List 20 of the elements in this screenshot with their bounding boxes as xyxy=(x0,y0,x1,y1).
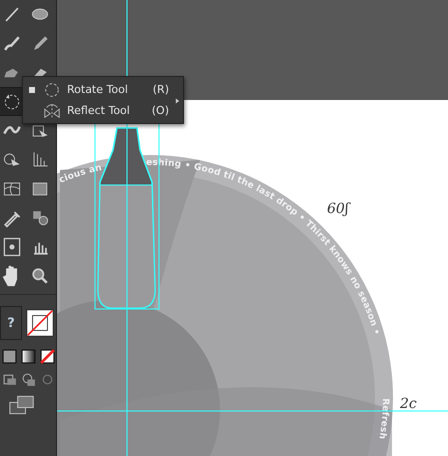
handwritten-note: 2c xyxy=(400,396,417,412)
reflect-icon xyxy=(43,102,61,120)
tool-name: Reflect Tool xyxy=(67,104,131,117)
screen-mode-icon[interactable] xyxy=(9,395,35,415)
gradient-mode-icon[interactable] xyxy=(21,349,36,364)
draw-inside-icon[interactable] xyxy=(40,372,55,387)
draw-normal-icon[interactable] xyxy=(2,372,17,387)
shortcut-key: (O) xyxy=(152,104,169,117)
tool-name: Rotate Tool xyxy=(67,83,129,96)
tearoff-arrow-icon[interactable] xyxy=(175,97,180,105)
none-mode-icon[interactable] xyxy=(40,349,55,364)
draw-behind-icon[interactable] xyxy=(21,372,36,387)
shortcut-key: (R) xyxy=(152,83,169,96)
flyout-item[interactable]: Reflect Tool (O) xyxy=(27,100,169,121)
stroke-none-swatch[interactable] xyxy=(26,309,54,337)
rotate-icon xyxy=(43,80,61,98)
symbol-sprayer-icon xyxy=(1,236,23,258)
help-badge[interactable]: ? xyxy=(0,306,22,340)
flyout-item[interactable]: Rotate Tool (R) xyxy=(27,79,169,100)
color-mode-icon[interactable] xyxy=(2,349,17,364)
